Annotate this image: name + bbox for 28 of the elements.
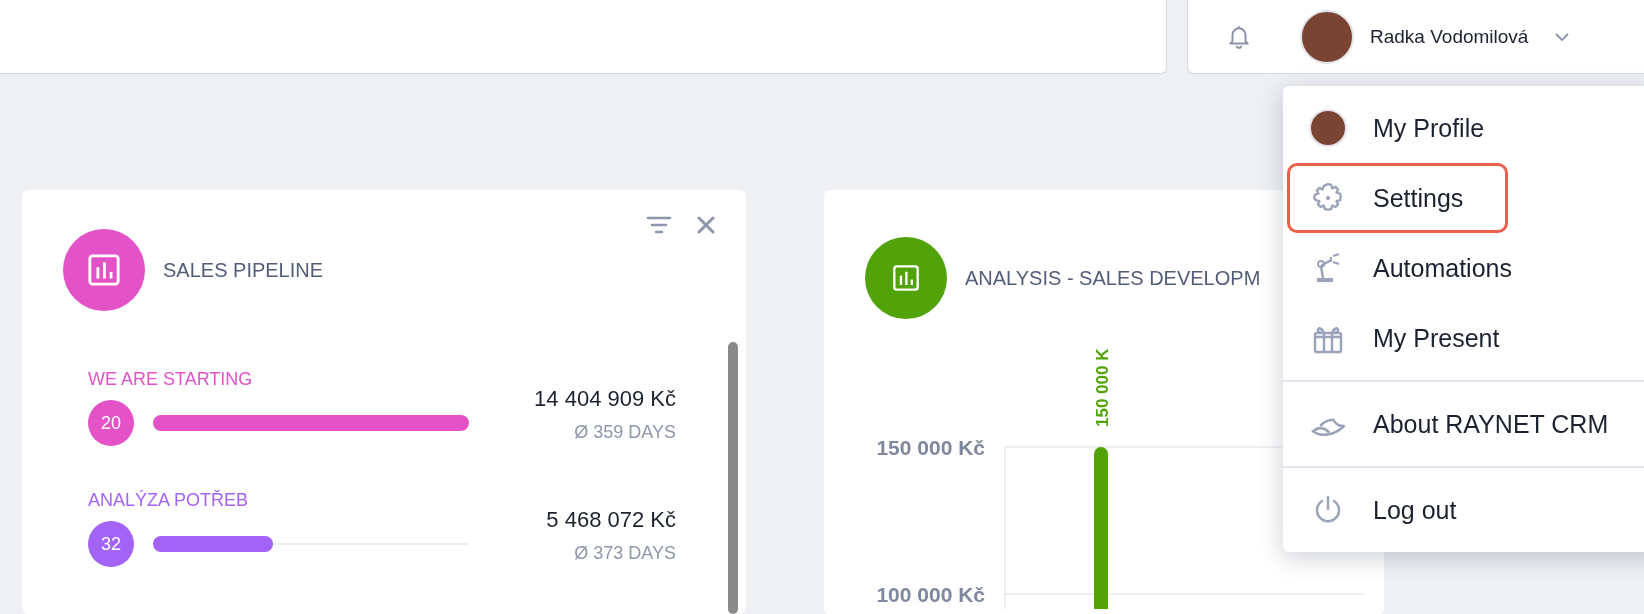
average-days: Ø 373 DAYS [546, 542, 676, 564]
menu-item[interactable]: Log out [1287, 475, 1508, 545]
count-badge: 20 [88, 400, 134, 446]
axis-tick-label: 100 000 Kč [876, 583, 985, 606]
stage-name: WE ARE STARTING [88, 369, 254, 390]
menu-item[interactable]: About RAYNET CRM [1287, 389, 1612, 459]
count-badge: 32 [88, 521, 134, 567]
avatar [1309, 109, 1347, 147]
card-title: SALES PIPELINE [163, 258, 324, 282]
scrollbar[interactable] [728, 342, 738, 614]
stage-amount: 5 468 072 Kč [546, 506, 676, 533]
close-icon[interactable] [696, 215, 716, 235]
bell-icon[interactable] [1226, 23, 1252, 50]
stage-name: ANALÝZA POTŘEB [88, 490, 250, 511]
menu-item[interactable]: My Present [1287, 303, 1508, 373]
menu-item[interactable]: Automations [1287, 233, 1515, 303]
axis-tick-label: 150 000 Kč [876, 436, 985, 459]
menu-item[interactable]: Settings [1287, 163, 1508, 233]
bar-value-label: 150 000 K [1093, 348, 1112, 427]
bar-chart-icon [87, 253, 121, 287]
user-name[interactable]: Radka Vodomilová [1370, 25, 1529, 48]
avatar[interactable] [1300, 9, 1354, 64]
menu-item[interactable]: My Profile [1287, 93, 1508, 163]
stage-amount: 14 404 909 Kč [534, 385, 676, 412]
filter-icon[interactable] [646, 214, 672, 236]
card-title: ANALYSIS - SALES DEVELOPM [965, 266, 1261, 290]
bar-chart-icon [892, 264, 920, 292]
average-days: Ø 359 DAYS [534, 421, 676, 443]
